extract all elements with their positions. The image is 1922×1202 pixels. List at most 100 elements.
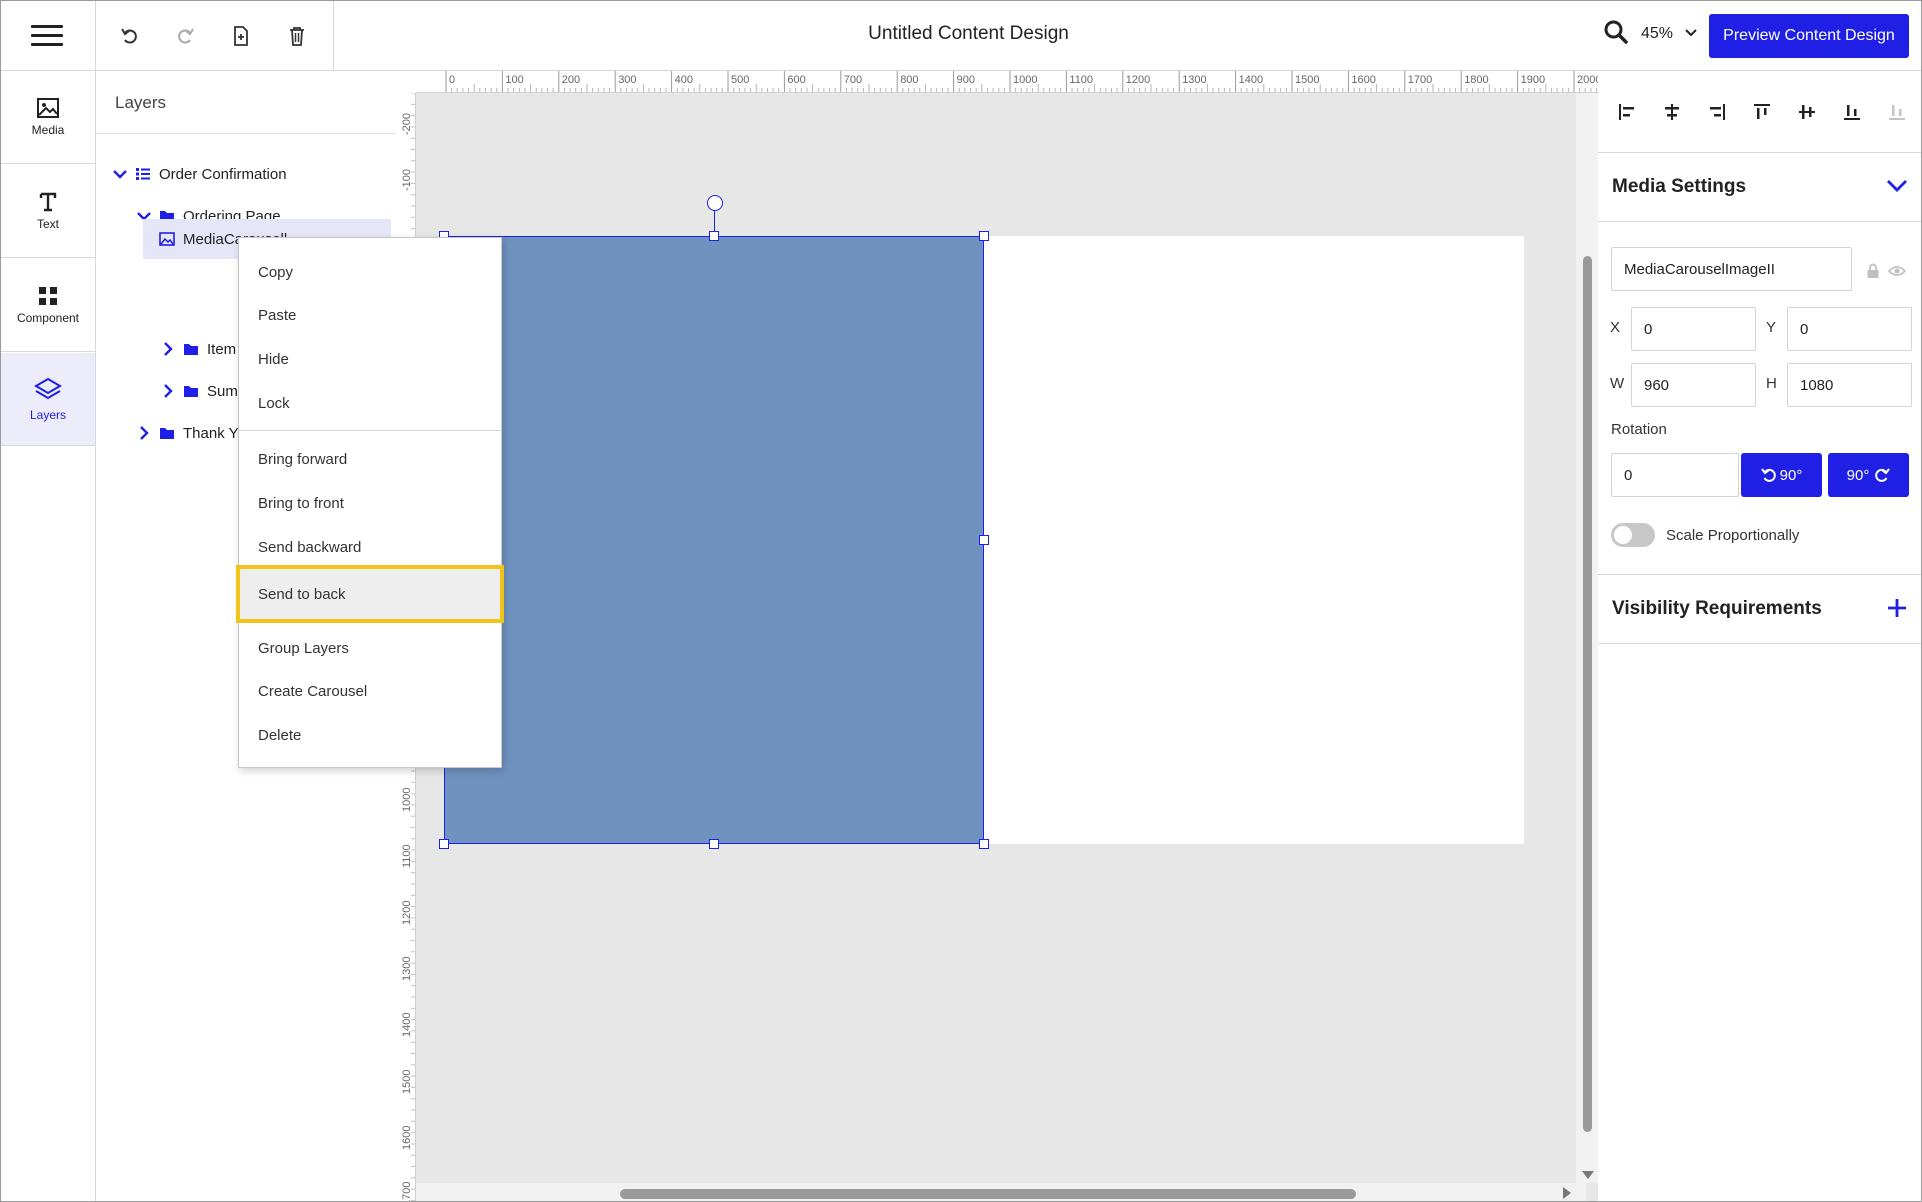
divider [96,133,396,134]
ruler-tick-label: -100 [401,169,413,191]
y-field[interactable]: 0 [1787,307,1912,351]
align-bottom-icon[interactable] [1839,99,1865,125]
menu-item-send-to-back[interactable]: Send to back [236,565,504,623]
chevron-down-icon[interactable] [1885,177,1909,195]
preview-content-design-button[interactable]: Preview Content Design [1709,14,1909,58]
plus-icon[interactable] [1886,597,1908,619]
scroll-down-arrow-icon[interactable] [1581,1169,1595,1181]
resize-handle-right[interactable] [979,535,989,545]
ruler-tick-label: 1300 [1182,74,1206,86]
w-label: W [1610,375,1625,392]
rail-item-text[interactable]: Text [1,165,95,258]
rail-label: Media [31,123,65,137]
document-title[interactable]: Untitled Content Design [781,23,1156,45]
ruler-tick-label: 700 [844,74,862,86]
new-page-icon[interactable] [224,19,258,53]
resize-handle-bottom[interactable] [709,839,719,849]
divider [1598,221,1921,222]
layers-panel-title: Layers [115,93,167,112]
left-rail: Media Text Component Layers [1,71,96,1201]
menu-item-hide[interactable]: Hide [239,339,501,379]
ruler-tick-label: 1100 [1069,74,1093,86]
canvas-area[interactable]: 0 100 200 300 400 500 600 700 800 900 1000 1100 1200… [398,71,1598,1201]
rail-item-component[interactable]: Component [1,259,95,352]
trash-icon[interactable] [280,19,314,53]
ruler-tick-label: 1000 [401,788,413,812]
ruler-tick-label: 300 [618,74,636,86]
menu-item-delete[interactable]: Delete [239,715,501,755]
chevron-down-icon[interactable] [111,165,129,183]
width-field[interactable]: 960 [1631,363,1756,407]
ruler-tick-label: 400 [675,74,693,86]
scale-proportionally-label: Scale Proportionally [1666,527,1800,544]
menu-cell [1,1,96,71]
resize-handle-bottom-left[interactable] [439,839,449,849]
chevron-right-icon[interactable] [159,340,177,358]
alignment-toolbar [1598,71,1921,153]
layer-name-field[interactable]: MediaCarouselImageII [1611,247,1852,291]
undo-icon[interactable] [113,19,147,53]
zoom-level[interactable]: 45% [1641,25,1673,43]
layer-row-order-confirmation[interactable]: Order Confirmation [111,156,391,192]
rail-item-layers[interactable]: Layers [1,353,95,446]
media-settings-title: Media Settings [1612,176,1747,197]
align-top-icon[interactable] [1749,99,1775,125]
ruler-tick-label: 1400 [401,1013,413,1037]
hamburger-menu-icon[interactable] [31,25,63,47]
ruler-tick-label: 200 [562,74,580,86]
horizontal-scroll-thumb[interactable] [620,1189,1356,1199]
x-field[interactable]: 0 [1631,307,1756,351]
rail-item-media[interactable]: Media [1,71,95,164]
rotate-ccw-button[interactable]: 90° [1741,453,1822,497]
menu-item-send-backward[interactable]: Send backward [239,527,501,567]
ruler-tick-label: 100 [505,74,523,86]
lock-icon[interactable] [1866,263,1880,279]
ruler-tick-label: 500 [731,74,749,86]
ruler-tick-label: 600 [787,74,805,86]
resize-handle-top[interactable] [709,231,719,241]
ruler-tick-label: -200 [401,113,413,135]
rail-label: Layers [29,408,67,422]
rotate-cw-button[interactable]: 90° [1828,453,1909,497]
component-list-icon [136,168,150,180]
menu-item-bring-forward[interactable]: Bring forward [239,439,501,479]
align-right-icon[interactable] [1704,99,1730,125]
menu-item-paste[interactable]: Paste [239,295,501,335]
rotation-handle[interactable] [707,195,723,211]
align-vertical-center-icon[interactable] [1794,99,1820,125]
layer-label: Thank Yo [183,424,246,442]
y-label: Y [1766,319,1777,336]
rotation-field[interactable]: 0 [1611,453,1739,497]
ruler-tick-label: 1200 [1126,74,1150,86]
chevron-right-icon[interactable] [135,424,153,442]
resize-handle-bottom-right[interactable] [979,839,989,849]
layer-label: Item [207,340,237,358]
redo-icon[interactable] [168,19,202,53]
height-field[interactable]: 1080 [1787,363,1912,407]
rotate-cw-icon [1875,468,1891,482]
ruler-tick-label: 1000 [1013,74,1037,86]
eye-icon[interactable] [1888,264,1906,278]
context-menu: Copy Paste Hide Lock Bring forward Bring… [236,237,504,768]
menu-item-lock[interactable]: Lock [239,383,501,423]
ruler-tick-label: 1100 [401,844,413,868]
scale-proportionally-toggle[interactable] [1611,523,1655,547]
align-horizontal-center-icon[interactable] [1659,99,1685,125]
vertical-scroll-thumb[interactable] [1583,256,1592,1132]
menu-item-bring-to-front[interactable]: Bring to front [239,483,501,523]
rail-label: Component [16,311,80,325]
chevron-right-icon[interactable] [159,382,177,400]
align-left-icon[interactable] [1614,99,1640,125]
resize-handle-top-right[interactable] [979,231,989,241]
distribute-icon[interactable] [1884,99,1910,125]
selected-media-layer[interactable] [444,236,984,844]
chevron-down-icon[interactable] [1683,23,1699,43]
image-icon [159,232,175,246]
menu-item-group-layers[interactable]: Group Layers [239,628,501,668]
scroll-right-arrow-icon[interactable] [1561,1186,1573,1200]
folder-icon [184,344,198,355]
menu-item-create-carousel[interactable]: Create Carousel [239,671,501,711]
search-icon[interactable] [1603,19,1637,53]
folder-icon [184,386,198,397]
menu-item-copy[interactable]: Copy [239,252,501,292]
